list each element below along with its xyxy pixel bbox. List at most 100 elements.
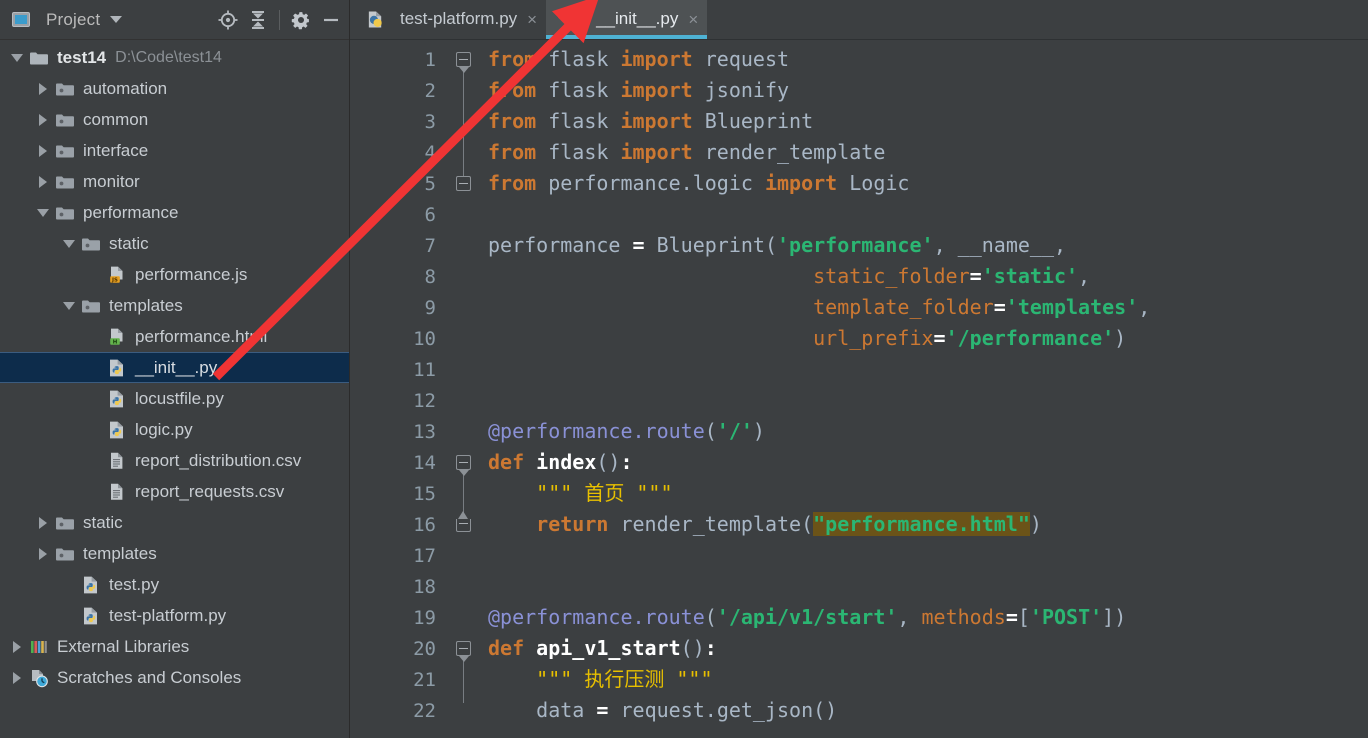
code-token: : xyxy=(620,450,633,474)
code-token: = xyxy=(993,295,1006,319)
code-token: import xyxy=(620,47,705,71)
tree-item-static[interactable]: static xyxy=(0,507,349,538)
tree-item-templates[interactable]: templates xyxy=(0,538,349,569)
js-file-icon: JS xyxy=(106,265,128,285)
code-token: index xyxy=(536,450,597,474)
folder-icon xyxy=(54,546,76,562)
code-line[interactable]: def api_v1_start(): xyxy=(488,633,1368,664)
code-token: Blueprint xyxy=(656,233,765,257)
code-line[interactable] xyxy=(488,354,1368,385)
close-icon[interactable]: × xyxy=(688,11,698,28)
code-line[interactable]: url_prefix='/performance') xyxy=(488,323,1368,354)
code-token: static_folder xyxy=(813,264,970,288)
code-token: flask xyxy=(548,140,621,164)
code-token: data xyxy=(536,698,597,722)
code-line[interactable] xyxy=(488,199,1368,230)
tree-item-test-py[interactable]: test.py xyxy=(0,569,349,600)
editor-tab-test-platform-py[interactable]: test-platform.py × xyxy=(350,0,547,39)
fold-toggle-icon[interactable] xyxy=(456,511,471,532)
collapse-arrow-icon[interactable] xyxy=(6,53,28,62)
code-token: from xyxy=(488,171,549,195)
collapse-arrow-icon[interactable] xyxy=(58,239,80,248)
collapse-arrow-icon[interactable] xyxy=(58,301,80,310)
project-panel-title-group[interactable]: Project xyxy=(10,10,214,30)
line-number: 12 xyxy=(413,389,436,412)
code-token: = xyxy=(596,698,621,722)
hide-panel-icon[interactable] xyxy=(317,6,345,34)
code-line[interactable]: from flask import request xyxy=(488,44,1368,75)
folder-icon xyxy=(54,143,76,159)
tree-item-locustfile-py[interactable]: locustfile.py xyxy=(0,383,349,414)
code-line[interactable]: from flask import jsonify xyxy=(488,75,1368,106)
tree-item-performance-html[interactable]: Hperformance.html xyxy=(0,321,349,352)
tree-item-logic-py[interactable]: logic.py xyxy=(0,414,349,445)
expand-arrow-icon[interactable] xyxy=(32,144,54,157)
code-line[interactable]: from flask import Blueprint xyxy=(488,106,1368,137)
code-line[interactable]: data = request.get_json() xyxy=(488,695,1368,726)
tree-item-label: report_requests.csv xyxy=(135,482,285,501)
tree-item-common[interactable]: common xyxy=(0,104,349,135)
collapse-all-icon[interactable] xyxy=(244,6,272,34)
editor-tab--init-py[interactable]: __init__.py × xyxy=(546,0,708,39)
code-editor[interactable]: 1 2 3 4 5 6 7 8 9 10 11 12 13 14 15 16 17 18 19 20 21 22 from… xyxy=(350,40,1368,738)
tree-item-templates[interactable]: templates xyxy=(0,290,349,321)
code-line[interactable]: from flask import render_template xyxy=(488,137,1368,168)
tree-item-performance-js[interactable]: JS performance.js xyxy=(0,259,349,290)
expand-arrow-icon[interactable] xyxy=(6,640,28,653)
tree-item-static[interactable]: static xyxy=(0,228,349,259)
code-token: @performance.route xyxy=(488,419,705,443)
tree-item-test14[interactable]: test14 D:\Code\test14 xyxy=(0,42,349,73)
code-line[interactable]: """ 执行压测 """ xyxy=(488,664,1368,695)
locate-target-icon[interactable] xyxy=(214,6,242,34)
line-number-gutter: 1 2 3 4 5 6 7 8 9 10 11 12 13 14 15 16 17 18 19 20 21 22 xyxy=(350,40,450,738)
tree-item-external-libraries[interactable]: External Libraries xyxy=(0,631,349,662)
code-line[interactable]: @performance.route('/') xyxy=(488,416,1368,447)
code-line[interactable] xyxy=(488,571,1368,602)
tree-item-test-platform-py[interactable]: test-platform.py xyxy=(0,600,349,631)
tree-item-automation[interactable]: automation xyxy=(0,73,349,104)
tree-item-report-distribution-csv[interactable]: report_distribution.csv xyxy=(0,445,349,476)
code-token: render_template xyxy=(704,140,886,164)
expand-arrow-icon[interactable] xyxy=(32,516,54,529)
tree-item-interface[interactable]: interface xyxy=(0,135,349,166)
close-icon[interactable]: × xyxy=(527,11,537,28)
source-code-text[interactable]: from flask import request from flask impo… xyxy=(478,40,1368,738)
project-file-tree[interactable]: test14 D:\Code\test14 automation common inte… xyxy=(0,40,349,738)
code-token: """ 首页 """ xyxy=(488,481,673,505)
code-line[interactable]: def index(): xyxy=(488,447,1368,478)
code-line[interactable]: @performance.route('/api/v1/start', meth… xyxy=(488,602,1368,633)
code-line[interactable] xyxy=(488,540,1368,571)
folder-icon xyxy=(80,298,102,314)
fold-toggle-icon[interactable] xyxy=(456,176,471,191)
code-line[interactable]: from performance.logic import Logic xyxy=(488,168,1368,199)
expand-arrow-icon[interactable] xyxy=(32,82,54,95)
code-line[interactable]: static_folder='static', xyxy=(488,261,1368,292)
code-line[interactable]: performance = Blueprint('performance', _… xyxy=(488,230,1368,261)
line-number: 17 xyxy=(413,544,436,567)
chevron-down-icon[interactable] xyxy=(109,11,123,29)
code-line[interactable] xyxy=(488,385,1368,416)
tree-item-scratches-and-consoles[interactable]: Scratches and Consoles xyxy=(0,662,349,693)
code-line[interactable]: template_folder='templates', xyxy=(488,292,1368,323)
expand-arrow-icon[interactable] xyxy=(6,671,28,684)
fold-toggle-icon[interactable] xyxy=(456,455,471,476)
code-token: ) xyxy=(1029,512,1042,536)
expand-arrow-icon[interactable] xyxy=(32,175,54,188)
code-line[interactable]: """ 首页 """ xyxy=(488,478,1368,509)
code-token: , xyxy=(933,233,958,257)
tree-item--init-py[interactable]: __init__.py xyxy=(0,352,349,383)
tree-item-report-requests-csv[interactable]: report_requests.csv xyxy=(0,476,349,507)
expand-arrow-icon[interactable] xyxy=(32,547,54,560)
code-fold-strip[interactable] xyxy=(450,40,478,738)
expand-arrow-icon[interactable] xyxy=(32,113,54,126)
collapse-arrow-icon[interactable] xyxy=(32,208,54,217)
tree-item-performance[interactable]: performance xyxy=(0,197,349,228)
fold-toggle-icon[interactable] xyxy=(456,52,471,73)
code-line[interactable]: return render_template("performance.html… xyxy=(488,509,1368,540)
tree-item-label: report_distribution.csv xyxy=(135,451,302,470)
code-token: return xyxy=(536,512,621,536)
fold-toggle-icon[interactable] xyxy=(456,641,471,662)
settings-gear-icon[interactable] xyxy=(287,6,315,34)
tree-item-monitor[interactable]: monitor xyxy=(0,166,349,197)
